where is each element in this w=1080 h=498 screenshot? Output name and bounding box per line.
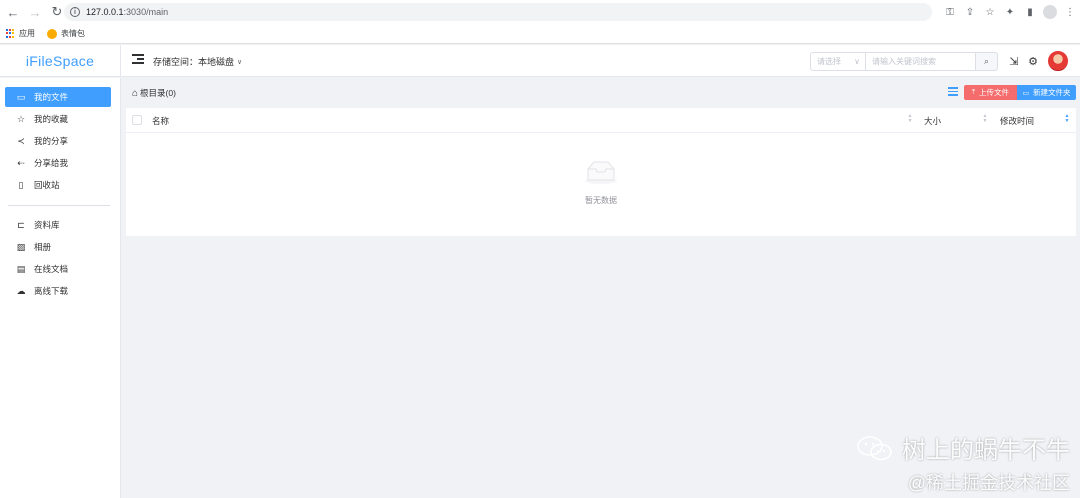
cloud-download-icon: ☁ xyxy=(16,285,26,296)
more-menu-icon[interactable]: ⋮ xyxy=(1060,7,1080,18)
sidebar-item-label: 离线下载 xyxy=(34,286,69,296)
apps-grid-icon xyxy=(6,29,15,38)
trash-icon: ▯ xyxy=(18,179,24,190)
key-icon[interactable]: ⚿ xyxy=(940,7,960,18)
storage-selector[interactable]: 存储空间：本地磁盘 ∨ xyxy=(153,55,242,68)
url-host: 127.0.0.1 xyxy=(86,7,124,17)
sidebar-item-label: 我的分享 xyxy=(34,136,69,146)
wechat-icon xyxy=(857,435,892,460)
sort-caret-icon[interactable]: ▲ ▼ xyxy=(982,114,988,124)
menu-divider xyxy=(8,205,110,206)
avatar[interactable] xyxy=(1047,50,1069,72)
watermark: 树上的蜗牛不牛 @稀土掘金技术社区 xyxy=(856,430,1070,495)
app-header: iFileSpace 存储空间：本地磁盘 ∨ 请选择 ∨ 请输入关键词搜索 ⌕ … xyxy=(0,45,1080,77)
sidebar-item-shared-with-me[interactable]: ⇠ 分享给我 xyxy=(5,153,111,173)
breadcrumb-label: 根目录(0) xyxy=(140,88,176,98)
export-icon[interactable]: ⇲ xyxy=(1008,55,1020,68)
folder-icon: ▭ xyxy=(16,91,26,102)
sidebar-item-label: 我的文件 xyxy=(34,92,69,102)
new-folder-button[interactable]: ▭ 新建文件夹 xyxy=(1017,85,1076,100)
sidebar-item-online-docs[interactable]: ▤ 在线文档 xyxy=(5,259,111,279)
table-header: 名称 ▲ ▼ 大小 ▲ ▼ 修改时间 ▲ ▼ xyxy=(126,108,1076,133)
folder-icon: ▭ xyxy=(1022,89,1030,97)
url-path: :3030/main xyxy=(123,7,169,17)
sidebar-item-favorites[interactable]: ☆ 我的收藏 xyxy=(5,109,111,129)
site-info-icon[interactable]: i xyxy=(70,7,80,17)
search-group: 请选择 ∨ 请输入关键词搜索 ⌕ xyxy=(810,52,998,71)
folder-open-icon: ⊏ xyxy=(17,219,25,230)
empty-box-icon xyxy=(585,161,617,184)
profile-icon[interactable] xyxy=(1040,5,1060,19)
bookmark-label: 表情包 xyxy=(61,29,85,38)
sidebar-item-label: 在线文档 xyxy=(34,264,69,274)
search-type-select[interactable]: 请选择 ∨ xyxy=(810,52,866,71)
gear-icon[interactable]: ⚙ xyxy=(1027,55,1039,68)
select-placeholder: 请选择 xyxy=(817,57,841,66)
forward-arrow-icon[interactable]: → xyxy=(26,3,44,21)
bookmark-apps[interactable]: 应用 xyxy=(6,28,35,39)
sort-caret-icon[interactable]: ▲ ▼ xyxy=(1064,114,1070,124)
bookmarks-bar: 应用 表情包 xyxy=(0,24,1080,44)
sidebar-item-label: 相册 xyxy=(34,242,52,252)
list-view-icon[interactable] xyxy=(948,87,958,97)
sidebar-item-my-files[interactable]: ▭ 我的文件 xyxy=(5,87,111,107)
column-header-name[interactable]: 名称 xyxy=(152,115,169,127)
column-header-size[interactable]: 大小 xyxy=(924,115,941,127)
search-input[interactable]: 请输入关键词搜索 xyxy=(866,52,976,71)
search-icon: ⌕ xyxy=(983,56,990,66)
chevron-down-icon: ∨ xyxy=(237,58,243,66)
bookmark-emoji[interactable]: 表情包 xyxy=(47,28,85,39)
upload-icon: ⤒ xyxy=(971,88,976,96)
chevron-down-icon: ∨ xyxy=(854,57,860,66)
extensions-icon[interactable]: ✦ xyxy=(1000,7,1020,18)
sidebar-item-label: 回收站 xyxy=(34,180,60,190)
breadcrumb[interactable]: ⌂ 根目录(0) xyxy=(132,87,176,99)
select-all-checkbox[interactable] xyxy=(132,115,142,125)
collapse-menu-icon[interactable] xyxy=(132,54,144,66)
document-icon: ▤ xyxy=(16,263,26,274)
share-icon: ≺ xyxy=(17,135,25,146)
sidebar-item-offline-download[interactable]: ☁ 离线下载 xyxy=(5,281,111,301)
address-bar[interactable]: i 127.0.0.1:3030/main xyxy=(64,3,932,21)
sidebar-item-album[interactable]: ▨ 相册 xyxy=(5,237,111,257)
storage-label: 存储空间：本地磁盘 xyxy=(153,57,235,67)
sidebar-item-label: 资料库 xyxy=(34,220,60,230)
sidebar-item-recycle-bin[interactable]: ▯ 回收站 xyxy=(5,175,111,195)
app-logo[interactable]: iFileSpace xyxy=(0,45,121,77)
browser-toolbar: ← → ↻ i 127.0.0.1:3030/main ⚿ ⇪ ☆ ✦ ▮ ⋮ xyxy=(0,0,1080,24)
sidebar-item-label: 分享给我 xyxy=(34,158,69,168)
bookmark-label: 应用 xyxy=(19,29,35,38)
picture-icon: ▨ xyxy=(16,241,26,252)
file-table: 名称 ▲ ▼ 大小 ▲ ▼ 修改时间 ▲ ▼ 暂无数据 xyxy=(126,108,1076,236)
emoji-icon xyxy=(47,28,57,39)
home-icon: ⌂ xyxy=(132,87,139,99)
side-panel-icon[interactable]: ▮ xyxy=(1020,7,1040,18)
back-arrow-icon[interactable]: ← xyxy=(4,3,22,21)
share-to-me-icon: ⇠ xyxy=(17,157,25,168)
empty-state: 暂无数据 xyxy=(126,133,1076,236)
sidebar-item-label: 我的收藏 xyxy=(34,114,69,124)
upload-file-button[interactable]: ⤒ 上传文件 xyxy=(964,85,1017,100)
watermark-author: 树上的蜗牛不牛 xyxy=(902,436,1070,464)
new-folder-label: 新建文件夹 xyxy=(1033,88,1071,97)
sidebar-item-my-shares[interactable]: ≺ 我的分享 xyxy=(5,131,111,151)
watermark-source: @稀土掘金技术社区 xyxy=(907,473,1070,493)
search-button[interactable]: ⌕ xyxy=(976,52,998,71)
sidebar: ▭ 我的文件 ☆ 我的收藏 ≺ 我的分享 ⇠ 分享给我 ▯ 回收站 ⊏ 资料库 … xyxy=(0,78,121,498)
share-page-icon[interactable]: ⇪ xyxy=(960,7,980,18)
empty-text: 暂无数据 xyxy=(585,196,617,205)
column-header-modified[interactable]: 修改时间 xyxy=(1000,115,1034,127)
sidebar-item-library[interactable]: ⊏ 资料库 xyxy=(5,215,111,235)
star-icon: ☆ xyxy=(16,113,26,124)
upload-file-label: 上传文件 xyxy=(979,88,1010,97)
bookmark-star-icon[interactable]: ☆ xyxy=(980,7,1000,18)
sort-caret-icon[interactable]: ▲ ▼ xyxy=(907,114,913,124)
